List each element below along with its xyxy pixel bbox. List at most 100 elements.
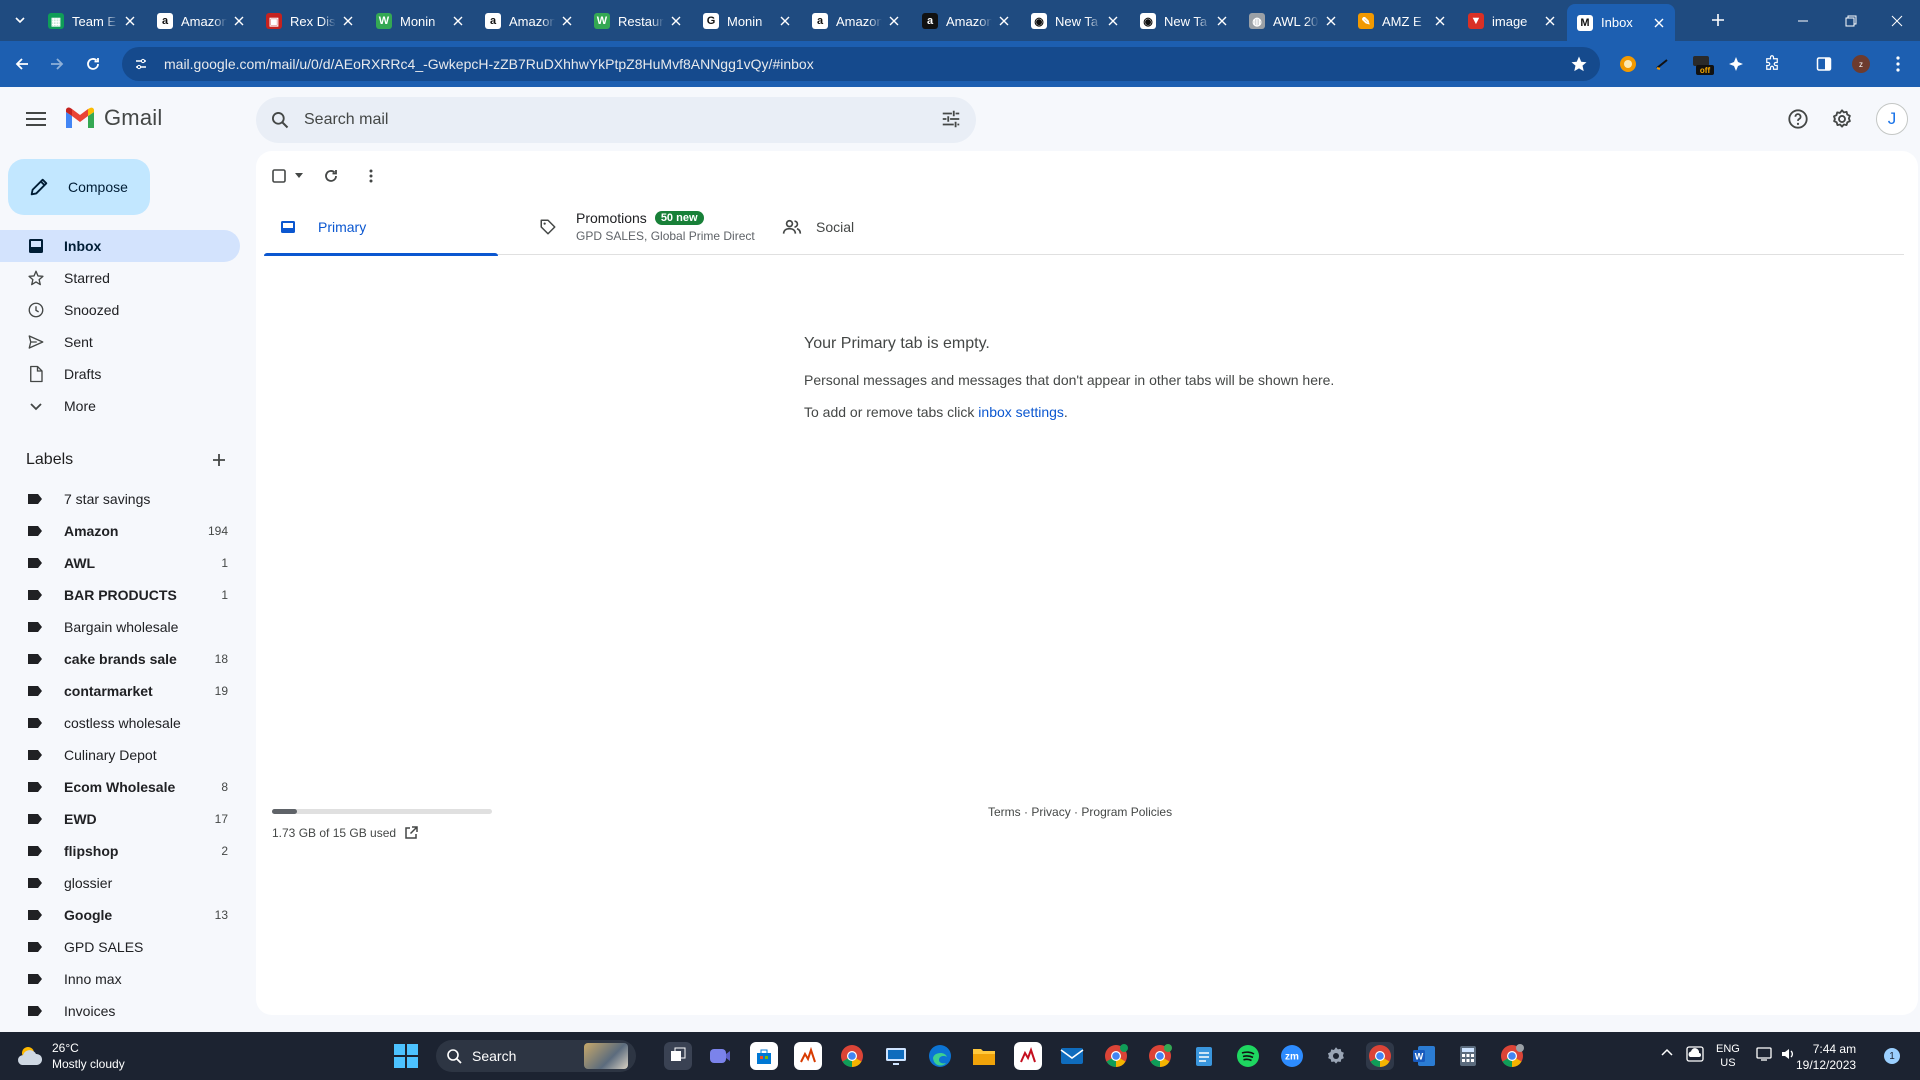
browser-tab[interactable]: G Monin [693, 6, 801, 36]
new-tab-button[interactable] [1704, 8, 1732, 32]
label-item[interactable]: Culinary Depot [0, 739, 240, 771]
gmail-logo[interactable]: Gmail [64, 105, 162, 131]
task-view-icon[interactable] [664, 1042, 692, 1070]
label-item[interactable]: Invoices [0, 995, 240, 1027]
chrome-taskbar-icon[interactable] [838, 1042, 866, 1070]
browser-tab[interactable]: ▦ Team E [38, 6, 146, 36]
label-item[interactable]: contarmarket 19 [0, 675, 240, 707]
volume-icon[interactable] [1780, 1046, 1796, 1062]
site-info-icon[interactable] [132, 55, 150, 73]
terms-link[interactable]: Terms [988, 805, 1021, 819]
sidebar-item-drafts[interactable]: Drafts [0, 358, 240, 390]
privacy-link[interactable]: Privacy [1031, 805, 1070, 819]
close-tab-icon[interactable] [1651, 15, 1667, 31]
browser-tab[interactable]: W Restaur [584, 6, 692, 36]
account-avatar[interactable]: J [1876, 103, 1908, 135]
inbox-settings-link[interactable]: inbox settings [978, 404, 1064, 420]
refresh-button[interactable] [318, 163, 344, 189]
zoom-icon[interactable]: zm [1278, 1042, 1306, 1070]
sidebar-item-inbox[interactable]: Inbox [0, 230, 240, 262]
tab-search-button[interactable] [6, 8, 34, 32]
chrome-profile-1-icon[interactable] [1102, 1042, 1130, 1070]
start-button[interactable] [394, 1044, 418, 1068]
restore-button[interactable] [1828, 0, 1874, 41]
browser-menu-icon[interactable] [1886, 52, 1910, 76]
browser-tab[interactable]: a Amazon [912, 6, 1020, 36]
extension-off-icon[interactable]: off [1690, 52, 1714, 76]
close-tab-icon[interactable] [231, 13, 247, 29]
forward-button[interactable] [43, 50, 71, 78]
close-tab-icon[interactable] [777, 13, 793, 29]
remote-desktop-icon[interactable] [882, 1042, 910, 1070]
notepad-icon[interactable] [1190, 1042, 1218, 1070]
settings-button[interactable] [1822, 99, 1862, 139]
notification-badge[interactable]: 1 [1884, 1048, 1900, 1064]
sidebar-item-more[interactable]: More [0, 390, 240, 422]
chrome-profile-3-icon[interactable] [1498, 1042, 1526, 1070]
browser-tab[interactable]: M Inbox [1567, 4, 1675, 41]
label-item[interactable]: flipshop 2 [0, 835, 240, 867]
weather-widget[interactable]: 26°C Mostly cloudy [16, 1040, 125, 1072]
label-item[interactable]: Ecom Wholesale 8 [0, 771, 240, 803]
label-item[interactable]: glossier [0, 867, 240, 899]
main-menu-button[interactable] [18, 101, 54, 137]
label-item[interactable]: AWL 1 [0, 547, 240, 579]
select-all-checkbox[interactable] [266, 163, 292, 189]
close-tab-icon[interactable] [996, 13, 1012, 29]
more-actions-button[interactable] [358, 163, 384, 189]
label-item[interactable]: 7 star savings [0, 483, 240, 515]
side-panel-icon[interactable] [1812, 52, 1836, 76]
address-bar[interactable]: mail.google.com/mail/u/0/d/AEoRXRRc4_-Gw… [122, 47, 1600, 81]
browser-tab[interactable]: a Amazon [802, 6, 910, 36]
close-tab-icon[interactable] [1432, 13, 1448, 29]
close-tab-icon[interactable] [1105, 13, 1121, 29]
extensions-puzzle-icon[interactable] [1760, 52, 1784, 76]
close-tab-icon[interactable] [886, 13, 902, 29]
search-icon[interactable] [268, 108, 292, 132]
teams-chat-icon[interactable] [706, 1042, 734, 1070]
label-item[interactable]: costless wholesale [0, 707, 240, 739]
stock-app-icon[interactable] [1014, 1042, 1042, 1070]
label-item[interactable]: Bargain wholesale [0, 611, 240, 643]
close-window-button[interactable] [1874, 0, 1920, 41]
reload-button[interactable] [79, 50, 107, 78]
spotify-icon[interactable] [1234, 1042, 1262, 1070]
chrome-profile-2-icon[interactable] [1146, 1042, 1174, 1070]
compose-button[interactable]: Compose [8, 159, 150, 215]
tab-social[interactable]: Social [768, 199, 1018, 255]
mail-app-icon[interactable] [1058, 1042, 1086, 1070]
add-label-button[interactable] [207, 448, 231, 472]
extension-orange-icon[interactable] [1616, 52, 1640, 76]
label-item[interactable]: Inno max [0, 963, 240, 995]
browser-tab[interactable]: ◉ New Ta [1021, 6, 1129, 36]
label-item[interactable]: cake brands sale 18 [0, 643, 240, 675]
show-hidden-icons-button[interactable] [1660, 1046, 1674, 1060]
sidebar-item-sent[interactable]: Sent [0, 326, 240, 358]
system-clock[interactable]: 7:44 am 19/12/2023 [1796, 1041, 1856, 1073]
word-icon[interactable]: W [1410, 1042, 1438, 1070]
open-in-new-icon[interactable] [404, 826, 418, 840]
back-button[interactable] [8, 50, 36, 78]
close-tab-icon[interactable] [668, 13, 684, 29]
browser-tab[interactable]: ▣ Rex Dis [256, 6, 364, 36]
close-tab-icon[interactable] [1542, 13, 1558, 29]
sidebar-item-starred[interactable]: Starred [0, 262, 240, 294]
browser-tab[interactable]: a Amazon [147, 6, 255, 36]
extension-arrow-icon[interactable] [1650, 52, 1674, 76]
label-item[interactable]: BAR PRODUCTS 1 [0, 579, 240, 611]
browser-tab[interactable]: ◍ AWL 20 [1239, 6, 1347, 36]
close-tab-icon[interactable] [122, 13, 138, 29]
browser-tab[interactable]: W Monin [366, 6, 474, 36]
close-tab-icon[interactable] [1323, 13, 1339, 29]
taskbar-search[interactable]: Search [436, 1040, 636, 1072]
help-button[interactable] [1778, 99, 1818, 139]
sidebar-item-snoozed[interactable]: Snoozed [0, 294, 240, 326]
label-item[interactable]: Google 13 [0, 899, 240, 931]
browser-tab[interactable]: a Amazon [475, 6, 583, 36]
close-tab-icon[interactable] [1214, 13, 1230, 29]
network-icon[interactable] [1756, 1046, 1774, 1062]
microsoft-store-icon[interactable] [750, 1042, 778, 1070]
tab-promotions[interactable]: Promotions 50 new GPD SALES, Global Prim… [524, 199, 774, 255]
bookmark-star-icon[interactable] [1570, 55, 1588, 73]
calculator-icon[interactable] [1454, 1042, 1482, 1070]
